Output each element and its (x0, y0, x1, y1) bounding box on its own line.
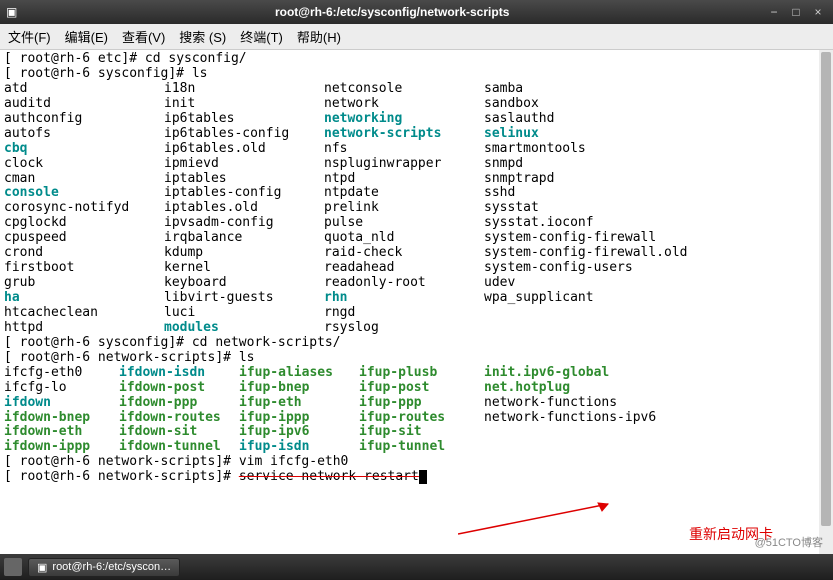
list-item: ifdownifdown-pppifup-ethifup-pppnetwork-… (4, 396, 829, 411)
taskbar-app-button[interactable]: ▣ root@rh-6:/etc/syscon… (28, 558, 180, 577)
terminal-window: ▣ root@rh-6:/etc/sysconfig/network-scrip… (0, 0, 833, 580)
list-item: cbqip6tables.oldnfssmartmontools (4, 142, 829, 157)
terminal-icon: ▣ (6, 5, 17, 19)
terminal-icon: ▣ (37, 561, 47, 574)
list-item: ifdown-ethifdown-sitifup-ipv6ifup-sit (4, 425, 829, 440)
minimize-button[interactable]: − (765, 3, 783, 21)
list-item: ifcfg-loifdown-postifup-bnepifup-postnet… (4, 381, 829, 396)
menu-help[interactable]: 帮助(H) (297, 27, 341, 46)
menu-edit[interactable]: 编辑(E) (65, 27, 108, 46)
menu-file[interactable]: 文件(F) (8, 27, 51, 46)
maximize-button[interactable]: □ (787, 3, 805, 21)
list-item: htcachecleanlucirngd (4, 306, 829, 321)
list-item: cpuspeedirqbalancequota_nldsystem-config… (4, 231, 829, 246)
list-item: corosync-notifydiptables.oldprelinksysst… (4, 201, 829, 216)
list-item: consoleiptables-configntpdatesshd (4, 186, 829, 201)
taskbar: ▣ root@rh-6:/etc/syscon… (0, 554, 833, 580)
terminal-content[interactable]: [ root@rh-6 etc]# cd sysconfig/[ root@rh… (0, 50, 833, 554)
list-item: clockipmievdnspluginwrappersnmpd (4, 157, 829, 172)
list-item: cmaniptablesntpdsnmptrapd (4, 172, 829, 187)
menu-search[interactable]: 搜索 (S) (179, 27, 226, 46)
list-item: firstbootkernelreadaheadsystem-config-us… (4, 261, 829, 276)
menubar: 文件(F) 编辑(E) 查看(V) 搜索 (S) 终端(T) 帮助(H) (0, 24, 833, 50)
list-item: atdi18nnetconsolesamba (4, 82, 829, 97)
window-title: root@rh-6:/etc/sysconfig/network-scripts (23, 5, 761, 19)
list-item: cpglockdipvsadm-configpulsesysstat.iocon… (4, 216, 829, 231)
list-item: halibvirt-guestsrhnwpa_supplicant (4, 291, 829, 306)
taskbar-app-label: root@rh-6:/etc/syscon… (52, 561, 171, 573)
titlebar[interactable]: ▣ root@rh-6:/etc/sysconfig/network-scrip… (0, 0, 833, 24)
list-item: ifdown-bnepifdown-routesifup-ipppifup-ro… (4, 411, 829, 426)
list-item: ifdown-ipppifdown-tunnelifup-isdnifup-tu… (4, 440, 829, 455)
scrollbar[interactable] (819, 50, 833, 554)
list-item: crondkdumpraid-checksystem-config-firewa… (4, 246, 829, 261)
list-item: autofsip6tables-confignetwork-scriptssel… (4, 127, 829, 142)
close-button[interactable]: × (809, 3, 827, 21)
list-item: authconfigip6tablesnetworkingsaslauthd (4, 112, 829, 127)
cursor (419, 470, 427, 484)
scroll-thumb[interactable] (821, 52, 831, 526)
menu-view[interactable]: 查看(V) (122, 27, 165, 46)
start-button[interactable] (4, 558, 22, 576)
list-item: httpdmodulesrsyslog (4, 321, 829, 336)
list-item: grubkeyboardreadonly-rootudev (4, 276, 829, 291)
list-item: auditdinitnetworksandbox (4, 97, 829, 112)
menu-terminal[interactable]: 终端(T) (240, 27, 283, 46)
list-item: ifcfg-eth0ifdown-isdnifup-aliasesifup-pl… (4, 366, 829, 381)
